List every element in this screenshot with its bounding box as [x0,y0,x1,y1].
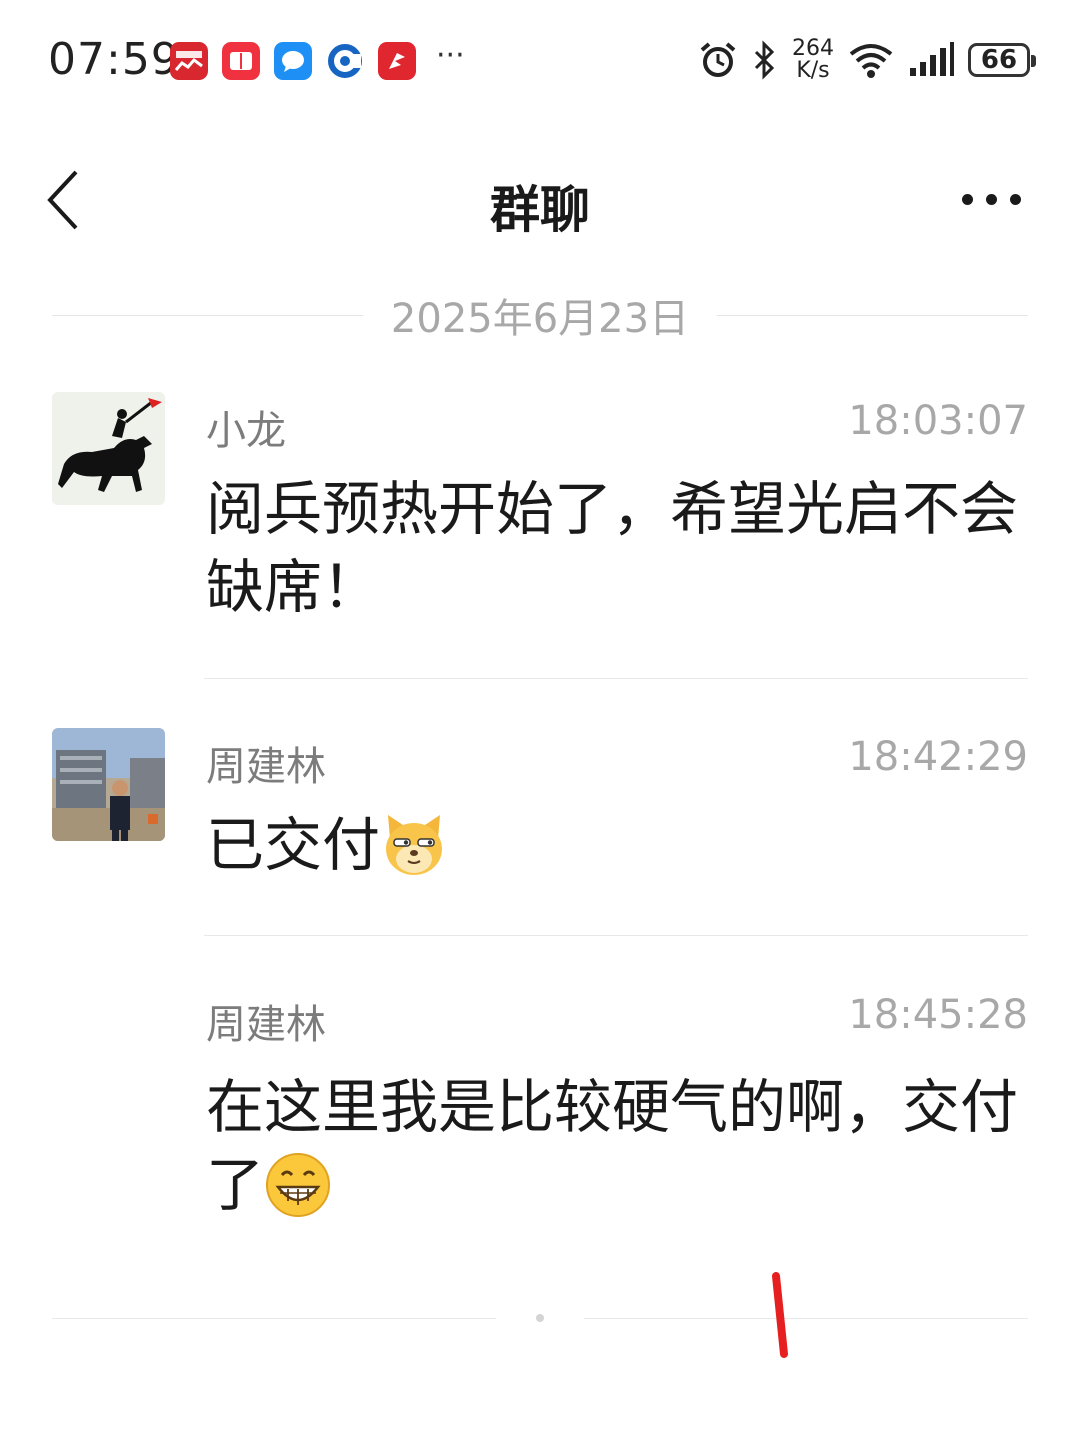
message-item[interactable]: 周建林 18:42:29 已交付 [52,728,1028,908]
sender-name: 周建林 [206,1002,326,1048]
message-content: 已交付 [206,806,1026,884]
page-title: 群聊 [490,181,590,239]
nav-bar: 群聊 [0,140,1080,260]
red-book-icon [222,42,260,80]
signal-icon [910,42,954,76]
battery-indicator: 66 [968,43,1036,77]
status-time: 07:59 [48,34,180,85]
message-time: 18:03:07 [848,398,1028,444]
more-notifications-icon: ··· [436,37,465,73]
divider [204,678,1028,679]
red-app-icon [378,42,416,80]
page-indicator-dot [536,1314,544,1322]
red-annotation-mark [772,1272,788,1358]
date-divider: 2025年6月23日 [52,290,1028,342]
stock-app-icon [170,42,208,80]
blue-chat-icon [274,42,312,80]
list-end-divider [52,1314,1028,1322]
sender-name: 周建林 [206,744,326,790]
message-item[interactable]: 周建林 18:45:28 在这里我是比较硬气的啊，交付了 [52,986,1028,1246]
message-text: 已交付 [206,811,381,879]
status-bar: 07:59 ··· 264 K/s 66 [0,0,1080,120]
message-time: 18:45:28 [848,992,1028,1038]
message-time: 18:42:29 [848,734,1028,780]
wifi-icon [849,44,893,78]
message-item[interactable]: 小龙 18:03:07 阅兵预热开始了，希望光启不会缺席！ [52,392,1028,652]
more-options-icon[interactable] [962,184,1032,214]
message-content: 在这里我是比较硬气的啊，交付了 [206,1068,1026,1224]
grinning-face-emoji-icon [266,1152,331,1217]
avatar[interactable] [52,728,165,841]
divider [204,935,1028,936]
bluetooth-icon [754,40,775,80]
alarm-icon [700,42,736,77]
date-label: 2025年6月23日 [390,296,690,342]
system-indicators: 264 K/s 66 [698,36,1036,83]
notification-icons: ··· [170,38,465,80]
message-text: 阅兵预热开始了，希望光启不会缺席！ [206,475,1019,621]
avatar[interactable] [52,392,165,505]
sender-name: 小龙 [206,408,286,454]
bank-app-icon [326,42,364,80]
network-speed: 264 K/s [792,36,834,83]
smirking-doge-emoji-icon [386,814,443,875]
